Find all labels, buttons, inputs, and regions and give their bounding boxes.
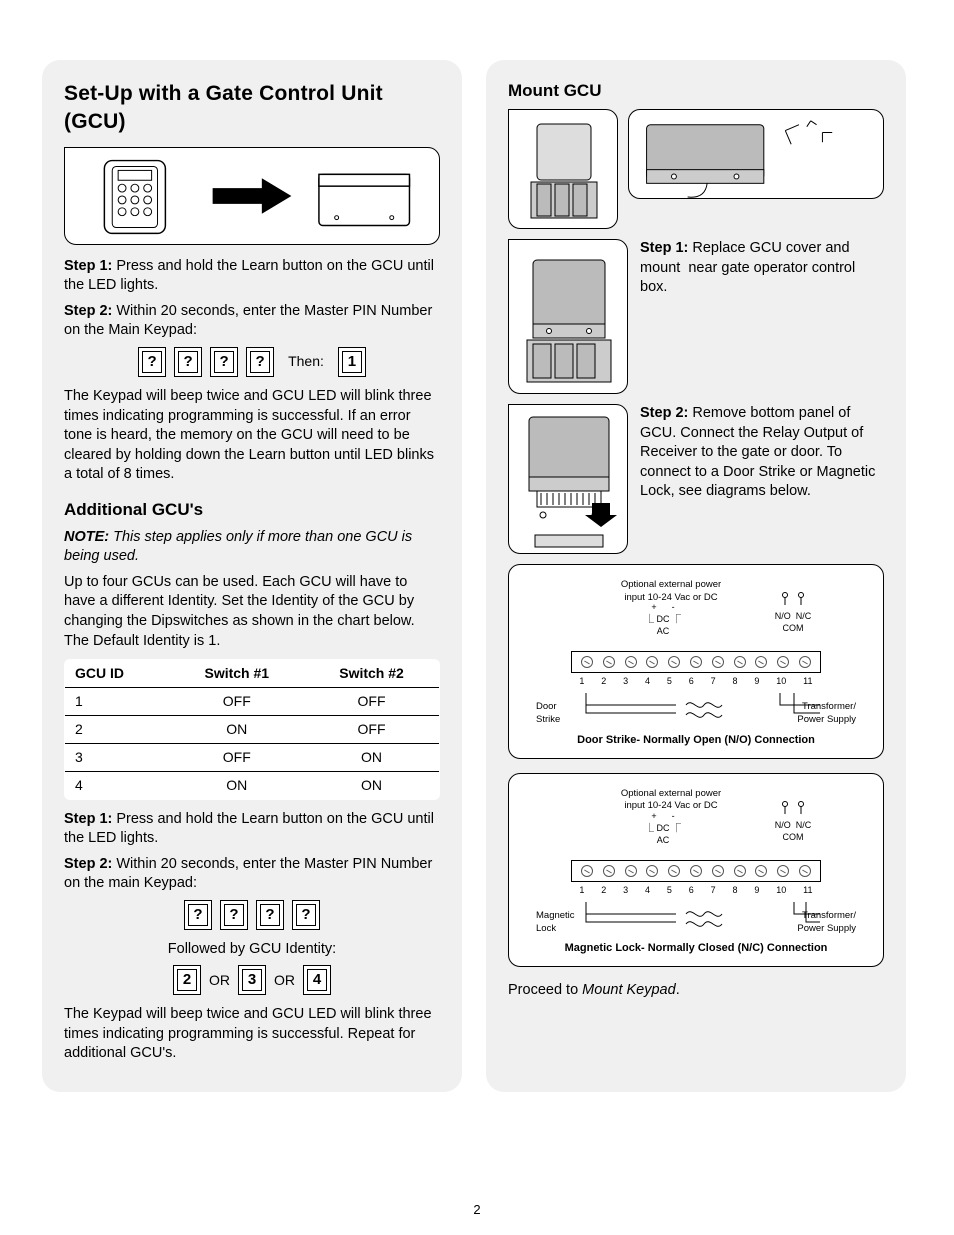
left-column: Set-Up with a Gate Control Unit (GCU) [42, 60, 462, 1092]
left-step2-lead: Step 2: Within 20 seconds, enter the Mas… [64, 302, 440, 341]
identity-row: 2 OR 3 OR 4 [64, 965, 440, 995]
right-column: Mount GCU [486, 60, 906, 1092]
left-step1: Step 1: Press and hold the Learn button … [64, 257, 440, 296]
wiring-door-strike: Optional external power input 10-24 Vac … [508, 564, 884, 759]
key-pin-1: ? [138, 347, 166, 377]
wiring-magnetic-lock: Optional external power input 10-24 Vac … [508, 773, 884, 968]
left-step1b: Step 1: Press and hold the Learn button … [64, 810, 440, 849]
proceed-line: Proceed to Mount Keypad. [508, 981, 884, 1001]
additional-para: Up to four GCUs can be used. Each GCU wi… [64, 573, 440, 651]
gcu-bottom-panel-icon [508, 404, 628, 554]
left-step2b: Step 2: Within 20 seconds, enter the Mas… [64, 855, 440, 894]
mount-step2-row: Step 2: Remove bottom panel of GCU. Conn… [508, 404, 884, 554]
table-row: 3OFFON [65, 743, 440, 771]
setup-illustration [64, 147, 440, 245]
terminal-strip [571, 651, 821, 673]
gcu-closed-icon [628, 109, 884, 199]
table-header: GCU ID Switch #1 Switch #2 [65, 660, 440, 688]
right-title: Mount GCU [508, 80, 884, 103]
pin-row-2: ? ? ? ? [64, 900, 440, 930]
key-pin-2: ? [174, 347, 202, 377]
keypad-to-gcu-icon [65, 148, 439, 244]
or-1: OR [209, 971, 230, 990]
left-result2: The Keypad will beep twice and GCU LED w… [64, 1005, 440, 1064]
gcu-table: GCU ID Switch #1 Switch #2 1OFFOFF 2ONOF… [64, 659, 440, 799]
key-pin-3: ? [210, 347, 238, 377]
mount-step2: Step 2: Remove bottom panel of GCU. Conn… [640, 404, 884, 554]
mount-illus-pair-1 [508, 109, 884, 229]
or-2: OR [274, 971, 295, 990]
additional-note: NOTE: This step applies only if more tha… [64, 528, 440, 567]
wiring1-caption: Door Strike- Normally Open (N/O) Connect… [519, 733, 873, 748]
wiring2-caption: Magnetic Lock- Normally Closed (N/C) Con… [519, 941, 873, 956]
key-pin2-1: ? [184, 900, 212, 930]
left-wire-label: DoorStrike [536, 701, 616, 727]
key-id-4: 4 [303, 965, 331, 995]
pin-then-1: ? ? ? ? Then: 1 [64, 347, 440, 377]
followed-label: Followed by GCU Identity: [64, 940, 440, 960]
left-result: The Keypad will beep twice and GCU LED w… [64, 387, 440, 485]
key-one: 1 [338, 347, 366, 377]
table-row: 2ONOFF [65, 715, 440, 743]
gcu-open-icon [508, 109, 618, 229]
key-id-2: 2 [173, 965, 201, 995]
key-pin2-2: ? [220, 900, 248, 930]
key-id-3: 3 [238, 965, 266, 995]
mount-step1-row: Step 1: Step 1: Replace GCU cover and mo… [508, 239, 884, 394]
additional-heading: Additional GCU's [64, 499, 440, 522]
table-row: 4ONON [65, 771, 440, 799]
left-title: Set-Up with a Gate Control Unit (GCU) [64, 80, 440, 137]
terminal-numbers: 1234567891011 [571, 675, 821, 687]
right-wire-label: Transformer/ Power Supply [776, 701, 856, 727]
gcu-assembled-icon [508, 239, 628, 394]
mount-step1: Step 1: Step 1: Replace GCU cover and mo… [640, 239, 884, 394]
key-pin2-4: ? [292, 900, 320, 930]
table-row: 1OFFOFF [65, 687, 440, 715]
then-label: Then: [288, 352, 324, 371]
key-pin2-3: ? [256, 900, 284, 930]
page-number: 2 [0, 1202, 954, 1217]
key-pin-4: ? [246, 347, 274, 377]
